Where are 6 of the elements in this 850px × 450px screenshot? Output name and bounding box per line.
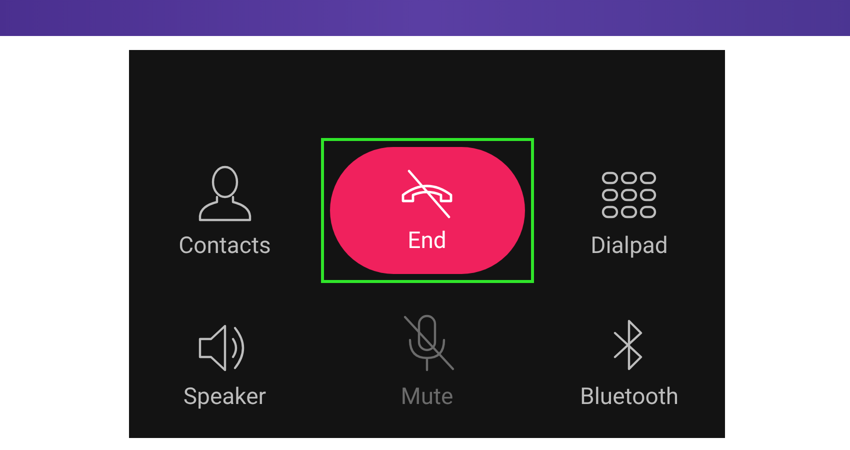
call-control-button[interactable]: Contacts xyxy=(178,162,271,260)
call-control-button[interactable]: Bluetooth xyxy=(580,313,679,411)
person-icon xyxy=(196,164,253,222)
call-control-button[interactable]: Dialpad xyxy=(590,162,668,260)
end-call-button[interactable]: End xyxy=(330,147,524,274)
call-control-button[interactable]: Speaker xyxy=(183,313,266,411)
